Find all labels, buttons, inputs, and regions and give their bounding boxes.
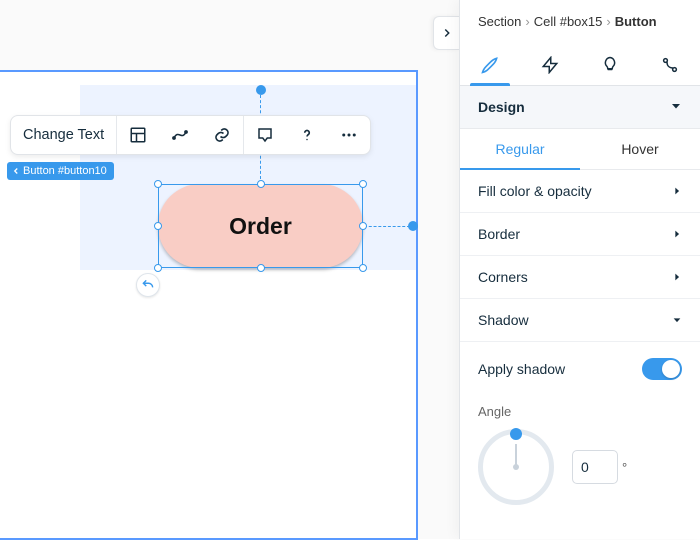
row-fill[interactable]: Fill color & opacity (460, 170, 700, 213)
selection-box[interactable]: Order (158, 184, 363, 268)
row-shadow[interactable]: Shadow (460, 299, 700, 342)
undo-button[interactable] (136, 273, 160, 297)
animation-icon[interactable] (159, 116, 201, 154)
caret-right-icon (672, 269, 682, 285)
resize-handle-b[interactable] (257, 264, 265, 272)
row-corners[interactable]: Corners (460, 256, 700, 299)
chevron-down-icon (670, 99, 682, 115)
inspector-tabstrip (460, 39, 700, 86)
chevron-right-icon: › (606, 14, 610, 29)
breadcrumb-cell[interactable]: Cell #box15 (534, 14, 603, 29)
element-badge-label: Button #button10 (23, 165, 107, 177)
row-corners-label: Corners (478, 269, 528, 285)
resize-handle-t[interactable] (257, 180, 265, 188)
tab-transform[interactable] (640, 45, 700, 85)
caret-right-icon (672, 226, 682, 242)
element-badge[interactable]: Button #button10 (7, 162, 114, 180)
row-border-label: Border (478, 226, 520, 242)
floating-toolbar: Change Text (10, 115, 371, 155)
row-fill-label: Fill color & opacity (478, 183, 592, 199)
angle-input[interactable]: 0 (572, 450, 618, 484)
subtab-regular[interactable]: Regular (460, 129, 580, 169)
breadcrumb-current: Button (615, 14, 657, 29)
change-text-button[interactable]: Change Text (11, 116, 116, 154)
chevron-right-icon: › (525, 14, 529, 29)
apply-shadow-row: Apply shadow (460, 342, 700, 396)
inspector-panel: Section › Cell #box15 › Button Design Re… (459, 0, 700, 539)
help-icon[interactable] (286, 116, 328, 154)
angle-group: Angle 0 ° (460, 396, 700, 525)
tab-interactions[interactable] (520, 45, 580, 85)
angle-label: Angle (478, 404, 682, 419)
design-section-header[interactable]: Design (460, 86, 700, 129)
resize-handle-l[interactable] (154, 222, 162, 230)
resize-handle-bl[interactable] (154, 264, 162, 272)
design-section-label: Design (478, 99, 525, 115)
chevron-down-icon (672, 312, 682, 328)
caret-right-icon (672, 183, 682, 199)
alignment-anchor-right (408, 221, 418, 231)
canvas-area[interactable]: Change Text Button #button10 Order (0, 0, 459, 539)
angle-unit: ° (622, 460, 627, 475)
tab-ideas[interactable] (580, 45, 640, 85)
order-button[interactable]: Order (158, 184, 363, 268)
state-subtabs: Regular Hover (460, 129, 700, 170)
order-button-label: Order (229, 213, 292, 240)
layout-icon[interactable] (117, 116, 159, 154)
angle-dial-knob[interactable] (510, 428, 522, 440)
tab-design[interactable] (460, 45, 520, 85)
row-border[interactable]: Border (460, 213, 700, 256)
panel-collapse-handle[interactable] (433, 16, 459, 50)
link-icon[interactable] (201, 116, 243, 154)
alignment-anchor-top (256, 85, 266, 95)
breadcrumb: Section › Cell #box15 › Button (460, 0, 700, 39)
angle-dial-center (513, 464, 519, 470)
comment-icon[interactable] (244, 116, 286, 154)
more-icon[interactable] (328, 116, 370, 154)
resize-handle-br[interactable] (359, 264, 367, 272)
alignment-guide-horizontal (364, 226, 410, 227)
resize-handle-tl[interactable] (154, 180, 162, 188)
breadcrumb-section[interactable]: Section (478, 14, 521, 29)
apply-shadow-label: Apply shadow (478, 361, 565, 377)
apply-shadow-toggle[interactable] (642, 358, 682, 380)
row-shadow-label: Shadow (478, 312, 529, 328)
resize-handle-tr[interactable] (359, 180, 367, 188)
resize-handle-r[interactable] (359, 222, 367, 230)
subtab-hover[interactable]: Hover (580, 129, 700, 169)
angle-dial[interactable] (478, 429, 554, 505)
